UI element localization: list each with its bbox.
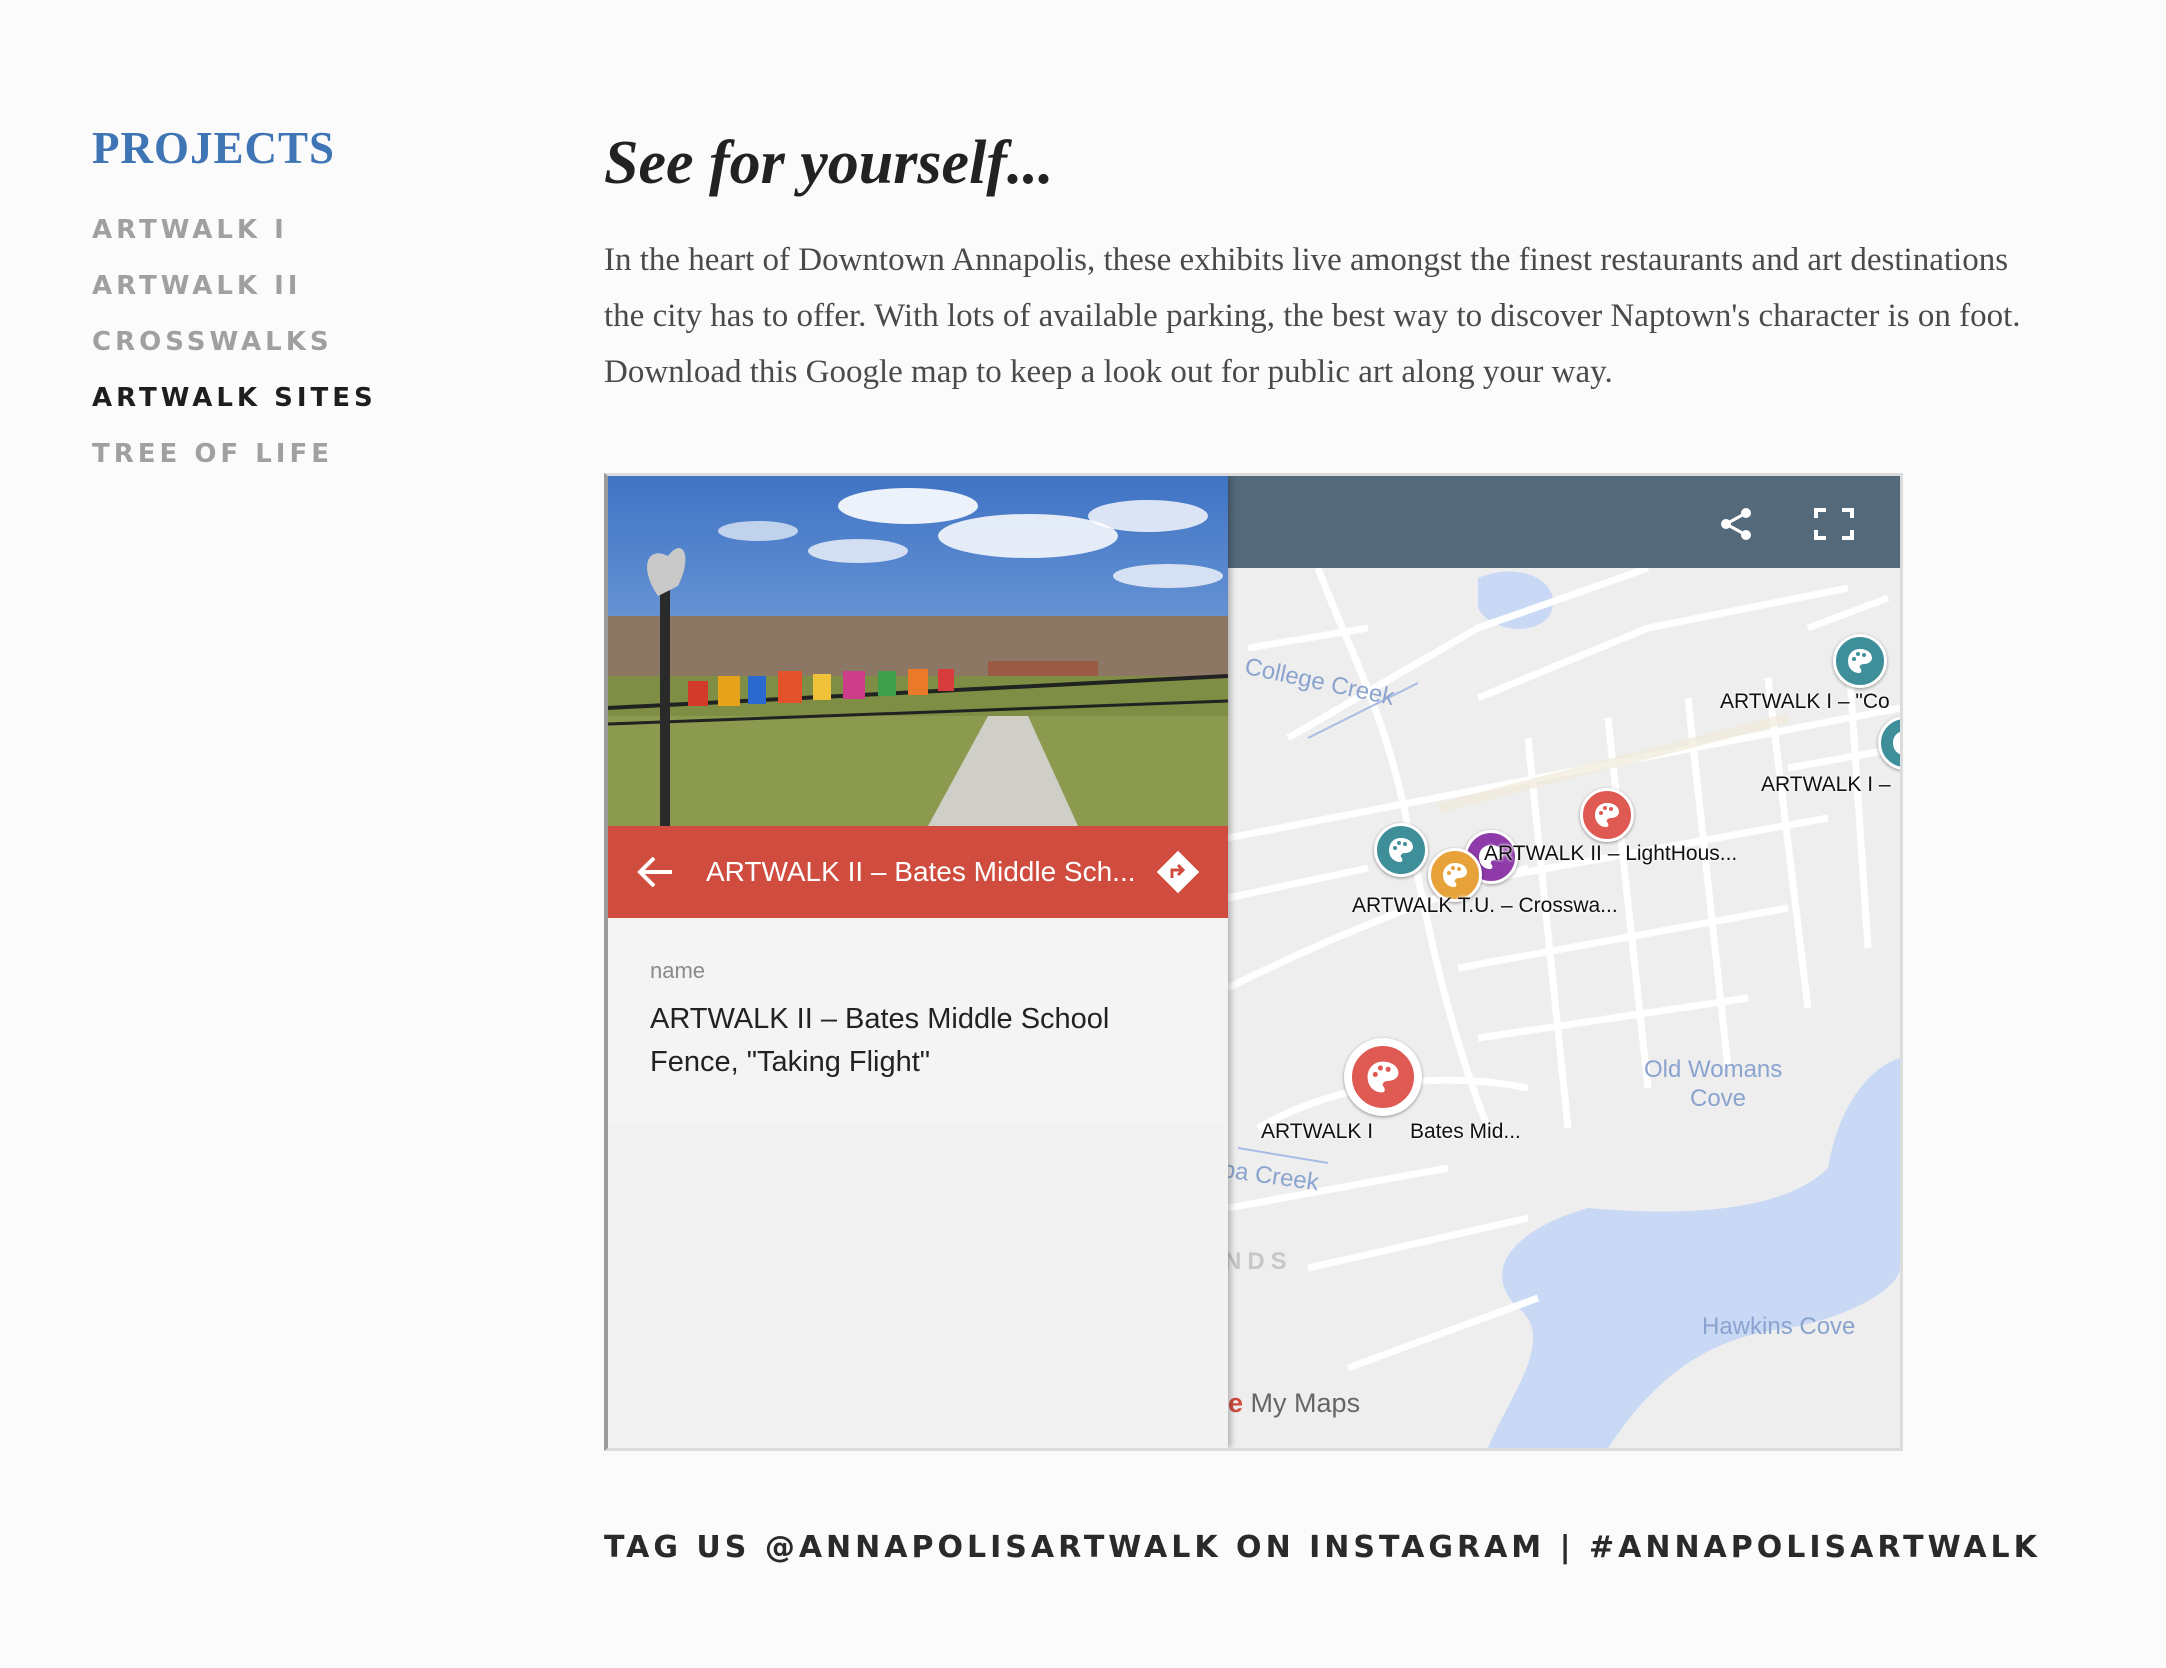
pin-label: Bates Mid... [1410,1120,1521,1143]
pin-label: ARTWALK II – LightHous... [1484,842,1738,865]
place-photo [608,476,1228,826]
palette-icon [1893,731,1900,755]
field-label: name [650,958,706,983]
sidebar-item-artwalk-sites[interactable]: ARTWALK SITES [92,370,452,426]
google-my-maps-logo: e My Maps [1228,1388,1360,1419]
directions-icon[interactable] [1156,850,1200,894]
sidebar-item-crosswalks[interactable]: CROSSWALKS [92,314,452,370]
back-arrow-icon[interactable] [636,854,674,890]
place-details: name ARTWALK II – Bates Middle School Fe… [608,918,1228,1123]
map-pin-selected[interactable] [1344,1038,1422,1116]
map-pin[interactable] [1833,634,1887,688]
field-value: ARTWALK II – Bates Middle School Fence, … [650,1003,1110,1078]
palette-icon [1443,863,1467,887]
pin-label: ARTWALK I – [1761,773,1891,796]
intro-paragraph: In the heart of Downtown Annapolis, thes… [604,242,2021,390]
sidebar-item-tree-of-life[interactable]: TREE OF LIFE [92,426,452,482]
instagram-tag-line: TAG US @ANNAPOLISARTWALK ON INSTAGRAM | … [604,1530,2041,1565]
palette-icon [1389,838,1413,862]
place-title-bar: ARTWALK II – Bates Middle Sch... [608,826,1228,918]
logo-letter: e [1228,1388,1244,1418]
fullscreen-icon[interactable] [1814,508,1854,540]
water-label-old-womans: Old Womans [1644,1056,1783,1083]
sidebar-item-artwalk-i[interactable]: ARTWALK I [92,202,452,258]
palette-icon [1595,803,1619,827]
place-detail-panel: ARTWALK II – Bates Middle Sch... name AR… [608,476,1228,1448]
map-pin[interactable] [1580,788,1634,842]
panel-empty-area [608,1123,1228,1448]
pin-label: ARTWALK I [1261,1120,1374,1143]
projects-heading[interactable]: PROJECTS [92,118,452,178]
google-my-maps-embed[interactable]: ARTWALK II – Bates Middle Sch... name AR… [604,473,1903,1451]
sidebar-item-artwalk-ii[interactable]: ARTWALK II [92,258,452,314]
pin-label: ARTWALK I – "Co [1720,690,1890,713]
place-title: ARTWALK II – Bates Middle Sch... [706,856,1136,887]
water-label-cove: Cove [1690,1085,1747,1112]
pin-label: ARTWALK T.U. – Crosswa... [1352,894,1618,917]
map-canvas[interactable]: College Creek Old Womans Cove pa Creek H… [1220,568,1900,1448]
area-label: NDS [1224,1248,1293,1275]
water-label-hawkins-cove: Hawkins Cove [1702,1313,1856,1340]
map-toolbar [1228,476,1900,568]
map-pin[interactable] [1374,823,1428,877]
projects-sidebar: PROJECTS ARTWALK I ARTWALK II CROSSWALKS… [92,118,452,482]
share-icon[interactable] [1718,506,1754,542]
palette-icon [1848,649,1872,673]
palette-icon [1367,1061,1399,1093]
main-content: See for yourself... In the heart of Down… [604,118,2024,400]
logo-text: My Maps [1250,1388,1361,1418]
page-title: See for yourself... [604,129,1054,197]
